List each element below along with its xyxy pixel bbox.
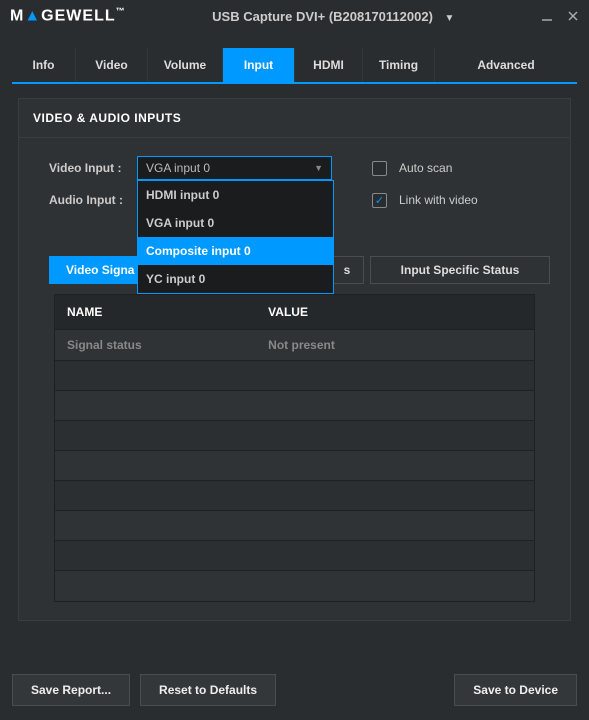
table-row <box>55 421 534 451</box>
footer: Save Report... Reset to Defaults Save to… <box>0 660 589 720</box>
window-controls <box>541 10 579 22</box>
table-row <box>55 391 534 421</box>
video-input-value: VGA input 0 <box>146 161 210 175</box>
status-table-wrapper: NAME VALUE Signal statusNot present <box>54 294 535 602</box>
tab-volume[interactable]: Volume <box>148 48 223 82</box>
table-row <box>55 451 534 481</box>
titlebar: M▲GEWELL™ USB Capture DVI+ (B20817011200… <box>0 0 589 32</box>
table-row <box>55 511 534 541</box>
audio-input-label: Audio Input : <box>49 193 137 207</box>
inputs-panel: VIDEO & AUDIO INPUTS Video Input : VGA i… <box>18 98 571 621</box>
save-to-device-button[interactable]: Save to Device <box>454 674 577 706</box>
app-window: M▲GEWELL™ USB Capture DVI+ (B20817011200… <box>0 0 589 720</box>
auto-scan-group: Auto scan <box>372 161 452 176</box>
video-input-row: Video Input : VGA input 0 ▼ HDMI input 0… <box>49 152 550 184</box>
auto-scan-label: Auto scan <box>399 161 452 175</box>
device-selector[interactable]: USB Capture DVI+ (B208170112002) ▼ <box>126 9 541 24</box>
footer-spacer <box>286 674 444 706</box>
table-row <box>55 541 534 571</box>
tab-hdmi[interactable]: HDMI <box>295 48 363 82</box>
tab-advanced[interactable]: Advanced <box>435 48 577 82</box>
sub-tab-specific-status[interactable]: Input Specific Status <box>370 256 550 284</box>
dropdown-option[interactable]: VGA input 0 <box>138 209 333 237</box>
tab-info[interactable]: Info <box>12 48 76 82</box>
link-video-label: Link with video <box>399 193 478 207</box>
brand-logo: M▲GEWELL™ <box>10 6 126 25</box>
table-row <box>55 361 534 391</box>
minimize-button[interactable] <box>541 10 553 22</box>
reset-defaults-button[interactable]: Reset to Defaults <box>140 674 276 706</box>
table-row <box>55 571 534 601</box>
triangle-down-icon: ▼ <box>314 163 323 173</box>
dropdown-option[interactable]: HDMI input 0 <box>138 181 333 209</box>
tab-video[interactable]: Video <box>76 48 148 82</box>
form-area: Video Input : VGA input 0 ▼ HDMI input 0… <box>19 138 570 236</box>
table-row: Signal statusNot present <box>55 330 534 361</box>
sub-tab-stub[interactable]: s <box>330 256 364 284</box>
save-report-button[interactable]: Save Report... <box>12 674 130 706</box>
auto-scan-checkbox[interactable] <box>372 161 387 176</box>
link-video-checkbox[interactable] <box>372 193 387 208</box>
table-row <box>55 481 534 511</box>
close-button[interactable] <box>567 10 579 22</box>
video-input-label: Video Input : <box>49 161 137 175</box>
panel-title: VIDEO & AUDIO INPUTS <box>19 99 570 138</box>
video-input-select[interactable]: VGA input 0 ▼ HDMI input 0 VGA input 0 C… <box>137 156 332 180</box>
status-table: NAME VALUE Signal statusNot present <box>55 295 534 601</box>
col-value-header: VALUE <box>256 295 534 330</box>
link-video-group: Link with video <box>372 193 478 208</box>
video-input-dropdown: HDMI input 0 VGA input 0 Composite input… <box>137 180 334 294</box>
tab-timing[interactable]: Timing <box>363 48 435 82</box>
col-name-header: NAME <box>55 295 256 330</box>
chevron-down-icon: ▼ <box>445 13 455 24</box>
device-title-text: USB Capture DVI+ (B208170112002) <box>212 9 433 24</box>
tab-input[interactable]: Input <box>223 48 295 82</box>
main-tabs: Info Video Volume Input HDMI Timing Adva… <box>12 48 577 84</box>
dropdown-option[interactable]: Composite input 0 <box>138 237 333 265</box>
dropdown-option[interactable]: YC input 0 <box>138 265 333 293</box>
